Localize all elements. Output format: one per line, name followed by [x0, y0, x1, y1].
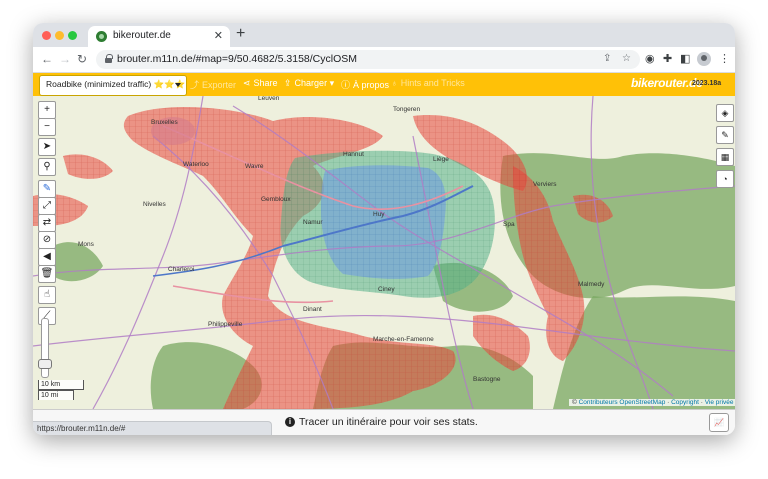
- browser-toolbar: ← → ↻ brouter.m11n.de/#map=9/50.4682/5.3…: [33, 47, 735, 73]
- speaker-icon[interactable]: ◀: [38, 248, 56, 266]
- tab-title: bikerouter.de: [113, 30, 171, 41]
- about-label: À propos: [353, 80, 390, 90]
- pie-chart-icon[interactable]: ◔: [716, 170, 734, 188]
- map-view[interactable]: Bruxelles Leuven Liège Namur Charleroi Mons Wa…: [33, 96, 735, 409]
- url-text: brouter.m11n.de/#map=9/50.4682/5.3158/Cy…: [117, 53, 357, 65]
- place-label: Malmedy: [578, 281, 605, 288]
- trash-icon[interactable]: 🗑: [38, 265, 56, 283]
- copyright-link[interactable]: Copyright: [671, 399, 699, 406]
- route-segment-icon[interactable]: ⤢: [38, 197, 56, 215]
- info-icon: i: [285, 417, 295, 427]
- copyright-symbol: ©: [572, 399, 577, 406]
- extensions-puzzle-icon[interactable]: ✚: [663, 52, 672, 65]
- zoom-in-icon[interactable]: +: [38, 101, 56, 119]
- forward-icon[interactable]: →: [59, 52, 71, 66]
- sidepanel-icon[interactable]: ◧: [680, 52, 690, 65]
- map-attribution: © Contributeurs OpenStreetMap · Copyrigh…: [569, 399, 735, 406]
- routing-profile-label: Roadbike (minimized traffic) ⭐⭐⭐: [46, 79, 186, 89]
- export-label: Exporter: [202, 80, 237, 90]
- close-tab-icon[interactable]: ✕: [214, 29, 223, 42]
- browser-window: bikerouter.de ✕ + ← → ↻ brouter.m11n.de/…: [33, 23, 735, 435]
- link-status-url: https://brouter.m11n.de/#: [33, 421, 272, 435]
- place-label: Wavre: [245, 163, 264, 170]
- version-badge: 2023.18a: [692, 80, 722, 87]
- place-label: Leuven: [258, 96, 280, 102]
- place-label: Tongeren: [393, 106, 420, 113]
- tab-strip: bikerouter.de ✕ +: [33, 23, 735, 47]
- place-label: Waterloo: [183, 161, 209, 168]
- place-label: Marche-en-Famenne: [373, 336, 434, 343]
- privacy-link[interactable]: Vie privée: [705, 399, 734, 406]
- place-label: Bruxelles: [151, 119, 178, 126]
- no-go-area-icon[interactable]: ⊘: [38, 231, 56, 249]
- upload-icon: ⤴: [190, 80, 200, 90]
- new-tab-icon[interactable]: +: [236, 26, 245, 42]
- load-menu[interactable]: ⇪ Charger ▾: [284, 78, 334, 89]
- maximize-window-button[interactable]: [68, 31, 77, 40]
- info-icon: ⓘ: [341, 80, 351, 90]
- lightbulb-icon: ♁: [391, 78, 398, 88]
- map-canvas[interactable]: Bruxelles Leuven Liège Namur Charleroi Mons Wa…: [33, 96, 735, 409]
- zoom-out-icon[interactable]: −: [38, 118, 56, 136]
- scale-mi: 10 mi: [38, 390, 74, 400]
- share-label: Share: [253, 78, 278, 88]
- place-label: Hannut: [343, 151, 364, 158]
- bookmark-star-icon[interactable]: ☆: [622, 53, 631, 64]
- hints-menu[interactable]: ♁ Hints and Tricks: [391, 78, 465, 88]
- reload-icon[interactable]: ↻: [77, 52, 87, 66]
- upload-cloud-icon: ⇪: [284, 78, 292, 88]
- osm-contributors-link[interactable]: Contributeurs OpenStreetMap: [579, 399, 666, 406]
- favicon-icon: [96, 31, 107, 42]
- place-label: Bastogne: [473, 376, 501, 383]
- wrench-icon[interactable]: ✎: [716, 126, 734, 144]
- app-toolbar: Roadbike (minimized traffic) ⭐⭐⭐ ⤴ Export…: [33, 73, 735, 96]
- extension-target-icon[interactable]: ◉: [645, 52, 655, 65]
- hints-label: Hints and Tricks: [400, 78, 465, 88]
- back-icon[interactable]: ←: [41, 52, 53, 66]
- place-label: Mons: [78, 241, 95, 248]
- share-menu[interactable]: ⋖ Share: [243, 78, 278, 89]
- browser-menu-icon[interactable]: ⋮: [719, 52, 730, 65]
- place-label: Namur: [303, 219, 323, 226]
- locate-icon[interactable]: ➤: [38, 138, 56, 156]
- zoom-slider[interactable]: [38, 318, 52, 378]
- place-label: Gembloux: [261, 196, 291, 203]
- address-bar[interactable]: brouter.m11n.de/#map=9/50.4682/5.3158/Cy…: [96, 50, 640, 69]
- chevron-down-icon: ▾: [329, 78, 335, 88]
- profile-avatar[interactable]: [697, 52, 711, 66]
- export-menu[interactable]: ⤴ Exporter: [190, 78, 236, 91]
- place-label: Spa: [503, 221, 515, 228]
- chevron-down-icon: [175, 83, 181, 87]
- pois-icon[interactable]: ☝: [38, 286, 56, 304]
- elevation-chart-button[interactable]: 📈: [709, 413, 729, 432]
- lock-icon[interactable]: [105, 54, 113, 63]
- stats-message: i Tracer un itinéraire pour voir ses stat…: [285, 416, 478, 428]
- load-label: Charger: [294, 78, 328, 88]
- layers-icon[interactable]: ◈: [716, 104, 734, 122]
- place-label: Nivelles: [143, 201, 167, 208]
- routing-profile-select[interactable]: Roadbike (minimized traffic) ⭐⭐⭐: [39, 75, 187, 96]
- place-label: Liège: [433, 156, 449, 163]
- scale-km: 10 km: [38, 380, 84, 390]
- coverage-overlay-blue: [321, 165, 446, 279]
- share-page-icon[interactable]: ⇪: [603, 53, 611, 64]
- table-icon[interactable]: ▦: [716, 148, 734, 166]
- browser-tab[interactable]: bikerouter.de ✕: [88, 26, 230, 47]
- close-window-button[interactable]: [42, 31, 51, 40]
- place-label: Ciney: [378, 286, 395, 293]
- share-icon: ⋖: [243, 78, 251, 88]
- about-menu[interactable]: ⓘ À propos: [341, 78, 389, 91]
- place-label: Charleroi: [168, 266, 194, 273]
- reverse-route-icon[interactable]: ⇄: [38, 214, 56, 232]
- search-icon[interactable]: ⚲: [38, 158, 56, 176]
- place-label: Verviers: [533, 181, 557, 188]
- draw-route-icon[interactable]: ✎: [38, 180, 56, 198]
- place-label: Philippeville: [208, 321, 243, 328]
- minimize-window-button[interactable]: [55, 31, 64, 40]
- place-label: Huy: [373, 211, 385, 218]
- stats-message-text: Tracer un itinéraire pour voir ses stats…: [299, 416, 478, 428]
- zoom-slider-handle[interactable]: [38, 359, 52, 369]
- place-label: Dinant: [303, 306, 322, 313]
